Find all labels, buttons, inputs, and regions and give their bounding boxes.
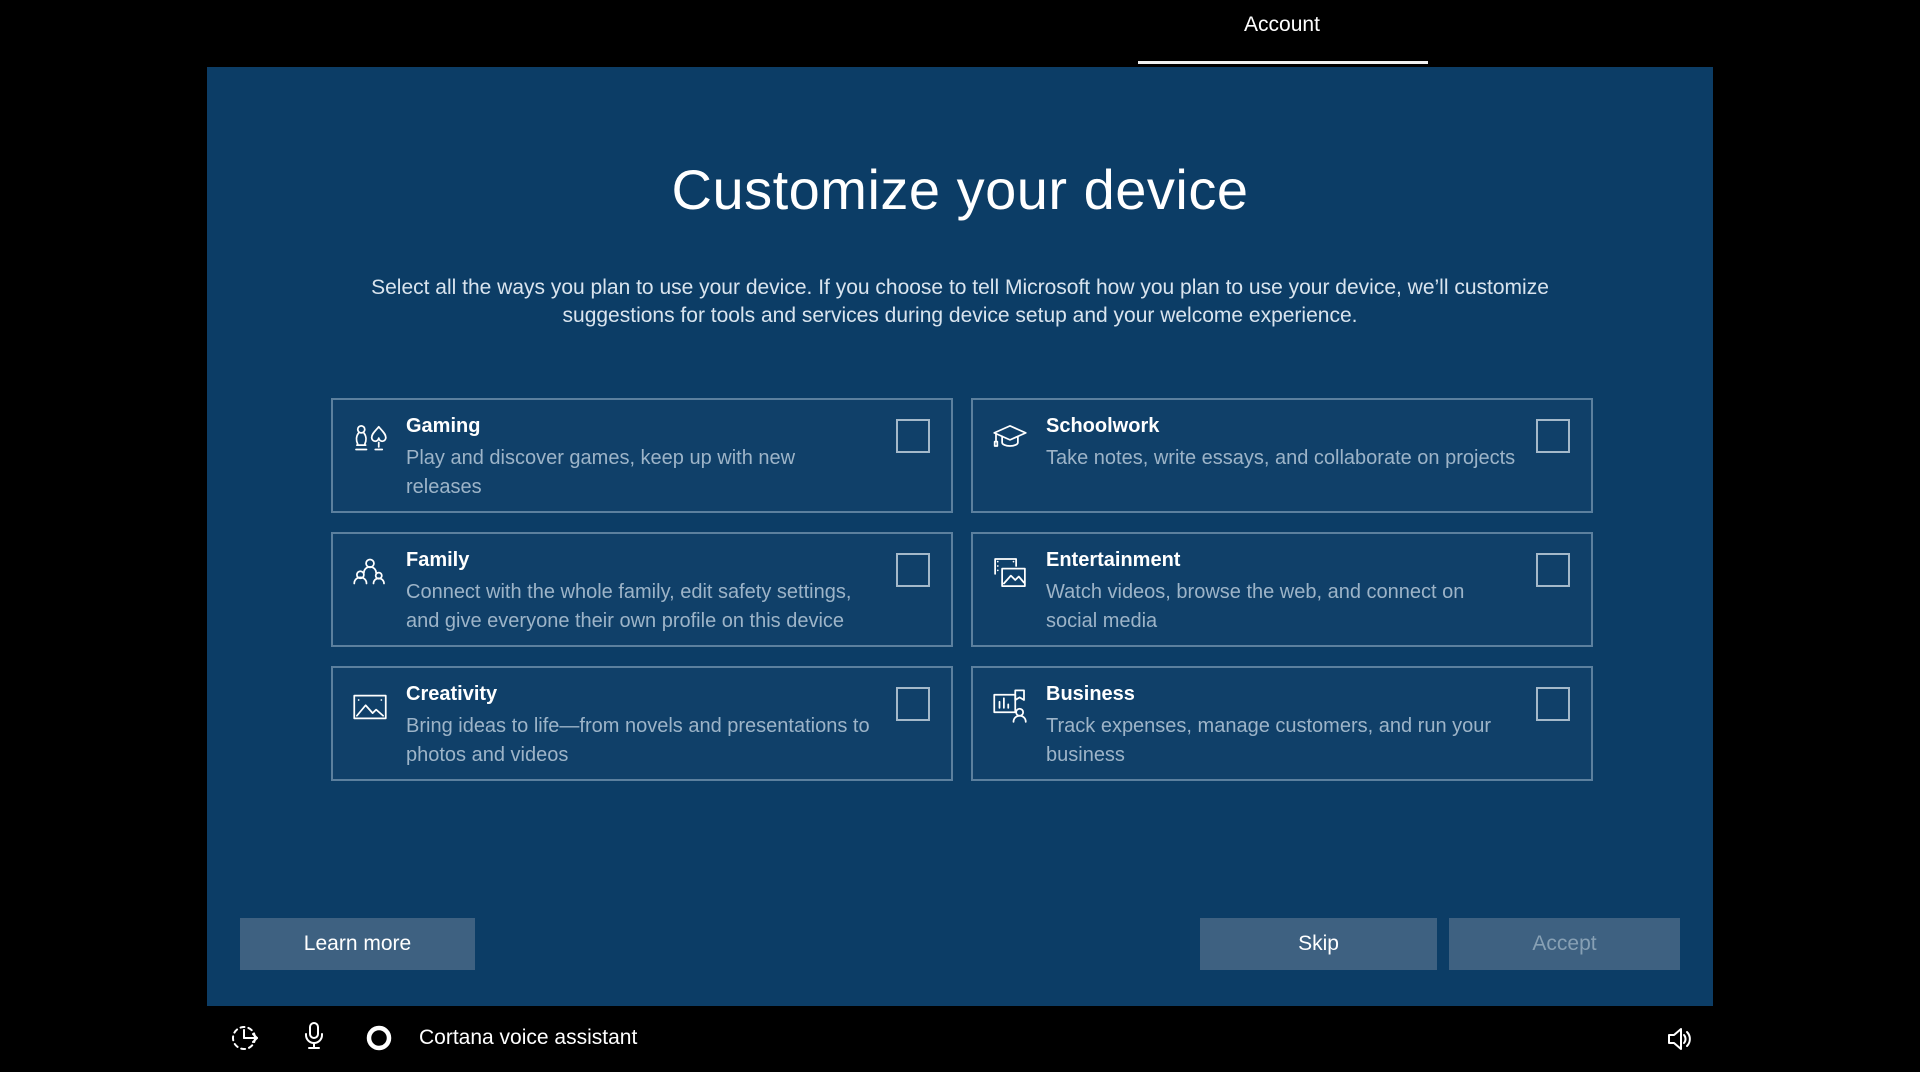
family-icon [349, 552, 391, 594]
option-text: Entertainment Watch videos, browse the w… [1046, 549, 1516, 636]
schoolwork-icon [989, 418, 1031, 460]
option-text: Creativity Bring ideas to life—from nove… [406, 683, 876, 770]
option-card-creativity[interactable]: Creativity Bring ideas to life—from nove… [331, 666, 953, 781]
options-grid: Gaming Play and discover games, keep up … [331, 398, 1593, 781]
family-checkbox[interactable] [896, 553, 930, 587]
option-description: Track expenses, manage customers, and ru… [1046, 712, 1516, 770]
microphone-icon[interactable] [297, 1019, 331, 1055]
gaming-icon [349, 418, 391, 460]
business-icon [989, 686, 1031, 728]
page-title: Customize your device [207, 157, 1713, 222]
business-checkbox[interactable] [1536, 687, 1570, 721]
cortana-icon[interactable] [364, 1023, 394, 1053]
tab-account-underline [1138, 61, 1428, 64]
option-description: Play and discover games, keep up with ne… [406, 444, 876, 502]
schoolwork-checkbox[interactable] [1536, 419, 1570, 453]
volume-icon[interactable] [1661, 1022, 1695, 1056]
oobe-screen: Account Customize your device Select all… [0, 0, 1920, 1072]
creativity-checkbox[interactable] [896, 687, 930, 721]
option-text: Business Track expenses, manage customer… [1046, 683, 1516, 770]
skip-button[interactable]: Skip [1200, 918, 1437, 970]
option-title: Family [406, 549, 876, 572]
option-description: Take notes, write essays, and collaborat… [1046, 444, 1515, 473]
option-card-entertainment[interactable]: Entertainment Watch videos, browse the w… [971, 532, 1593, 647]
learn-more-button[interactable]: Learn more [240, 918, 475, 970]
gaming-checkbox[interactable] [896, 419, 930, 453]
page-subtitle: Select all the ways you plan to use your… [365, 274, 1555, 330]
option-card-schoolwork[interactable]: Schoolwork Take notes, write essays, and… [971, 398, 1593, 513]
option-title: Business [1046, 683, 1516, 706]
ease-of-access-icon[interactable] [229, 1022, 261, 1054]
entertainment-icon [989, 552, 1031, 594]
option-card-gaming[interactable]: Gaming Play and discover games, keep up … [331, 398, 953, 513]
option-title: Entertainment [1046, 549, 1516, 572]
option-title: Schoolwork [1046, 415, 1515, 438]
option-description: Watch videos, browse the web, and connec… [1046, 578, 1516, 636]
option-title: Creativity [406, 683, 876, 706]
option-title: Gaming [406, 415, 876, 438]
cortana-label: Cortana voice assistant [419, 1026, 637, 1050]
option-card-family[interactable]: Family Connect with the whole family, ed… [331, 532, 953, 647]
entertainment-checkbox[interactable] [1536, 553, 1570, 587]
accept-button[interactable]: Accept [1449, 918, 1680, 970]
option-description: Connect with the whole family, edit safe… [406, 578, 876, 636]
option-text: Schoolwork Take notes, write essays, and… [1046, 415, 1515, 473]
customize-device-panel: Customize your device Select all the way… [207, 67, 1713, 1006]
option-text: Gaming Play and discover games, keep up … [406, 415, 876, 502]
option-card-business[interactable]: Business Track expenses, manage customer… [971, 666, 1593, 781]
option-description: Bring ideas to life—from novels and pres… [406, 712, 876, 770]
option-text: Family Connect with the whole family, ed… [406, 549, 876, 636]
tab-account[interactable]: Account [1244, 13, 1320, 37]
creativity-icon [349, 686, 391, 728]
